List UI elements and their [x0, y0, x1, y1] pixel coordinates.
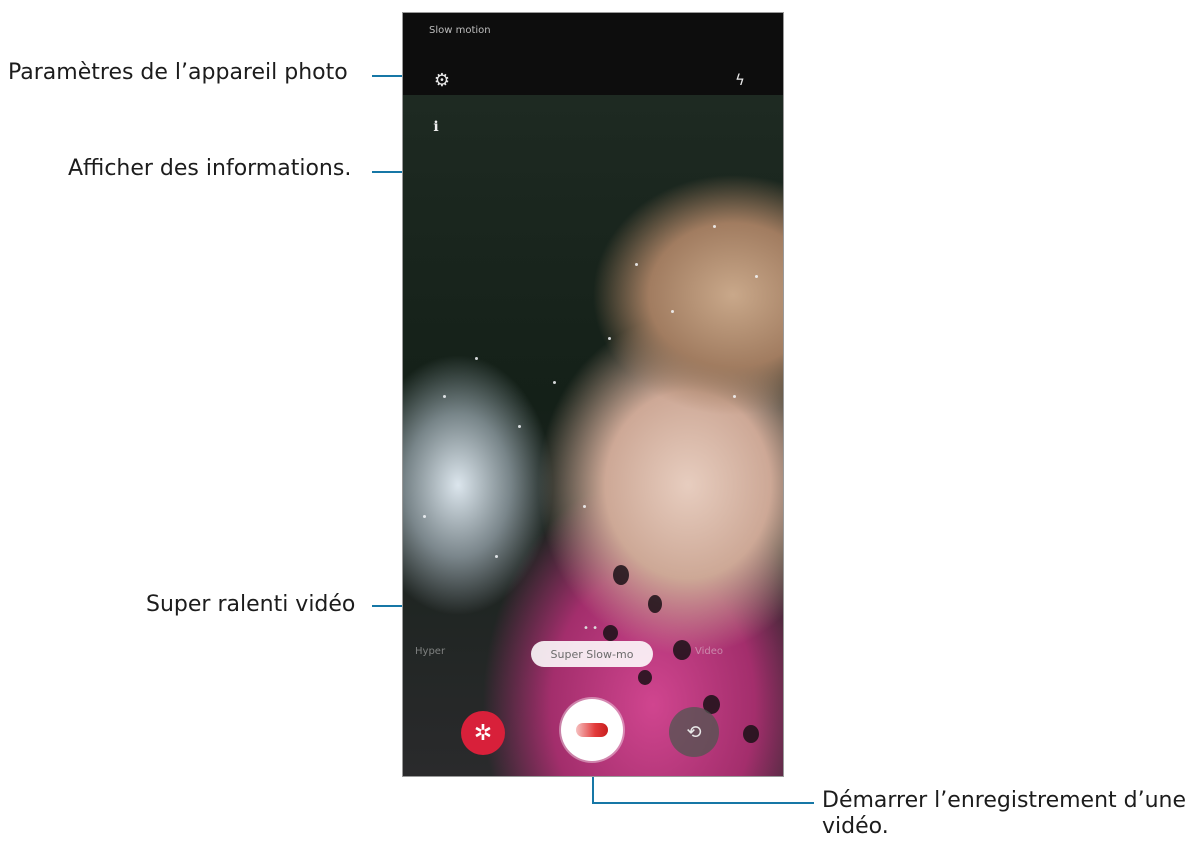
flash-icon[interactable]: ϟ [731, 71, 749, 89]
water-droplet [495, 555, 498, 558]
water-droplet [755, 275, 758, 278]
callout-camera-settings: Paramètres de l’appareil photo [8, 60, 348, 85]
phone-screen: Slow motion ⚙ ϟ i Hyper Video • • Super … [402, 12, 784, 777]
mode-indicator-dots: • • [583, 623, 598, 634]
swimsuit-spot [638, 670, 652, 685]
water-droplet [713, 225, 716, 228]
callout-start-recording-line2: vidéo. [822, 814, 889, 840]
effect-icon[interactable]: ✲ [461, 711, 505, 755]
callout-line-record-horizontal [592, 802, 814, 804]
callout-show-info: Afficher des informations. [68, 156, 352, 181]
switch-camera-icon[interactable]: ⟲ [669, 707, 719, 757]
water-droplet [443, 395, 446, 398]
mode-title: Slow motion [429, 25, 491, 36]
swimsuit-spot [603, 625, 618, 641]
water-droplet [733, 395, 736, 398]
swimsuit-spot [613, 565, 629, 585]
water-droplet [518, 425, 521, 428]
water-droplet [475, 357, 478, 360]
camera-top-bar: Slow motion [403, 13, 783, 95]
camera-viewfinder[interactable] [403, 95, 783, 776]
water-droplet [583, 505, 586, 508]
callout-start-recording: Démarrer l’enregistrement d’une vidéo. [822, 788, 1186, 841]
water-droplet [635, 263, 638, 266]
water-droplet [423, 515, 426, 518]
callout-start-recording-line1: Démarrer l’enregistrement d’une [822, 788, 1187, 813]
water-droplet [671, 310, 674, 313]
super-slow-mo-mode-button[interactable]: Super Slow-mo [531, 641, 653, 667]
callout-super-slow-mo: Super ralenti vidéo [146, 592, 356, 617]
mode-label-right[interactable]: Video [695, 646, 723, 657]
record-button[interactable] [561, 699, 623, 761]
water-droplet [553, 381, 556, 384]
mode-label-left[interactable]: Hyper [415, 646, 445, 657]
water-droplet [608, 337, 611, 340]
swimsuit-spot [743, 725, 759, 743]
swimsuit-spot [648, 595, 662, 613]
info-icon[interactable]: i [429, 117, 443, 137]
swimsuit-spot [673, 640, 691, 660]
record-icon [576, 723, 608, 737]
settings-gear-icon[interactable]: ⚙ [431, 69, 453, 91]
